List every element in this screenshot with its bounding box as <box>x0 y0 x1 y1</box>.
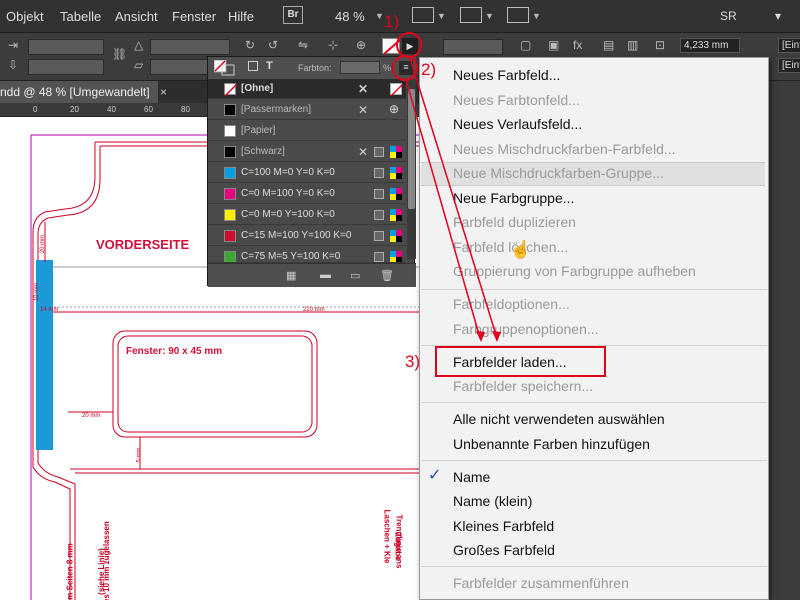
annotation-step-1: 1) <box>384 12 400 31</box>
annotation-arrows <box>405 57 501 342</box>
annotation-highlight-box <box>435 346 606 377</box>
annotation-step-3: 3) <box>405 352 421 371</box>
annotation-circle <box>396 32 422 58</box>
annotation-circle <box>392 55 418 81</box>
screen: Objekt Tabelle Ansicht Fenster Hilfe Br … <box>0 0 800 600</box>
annotation-step-2: 2) <box>421 60 437 79</box>
